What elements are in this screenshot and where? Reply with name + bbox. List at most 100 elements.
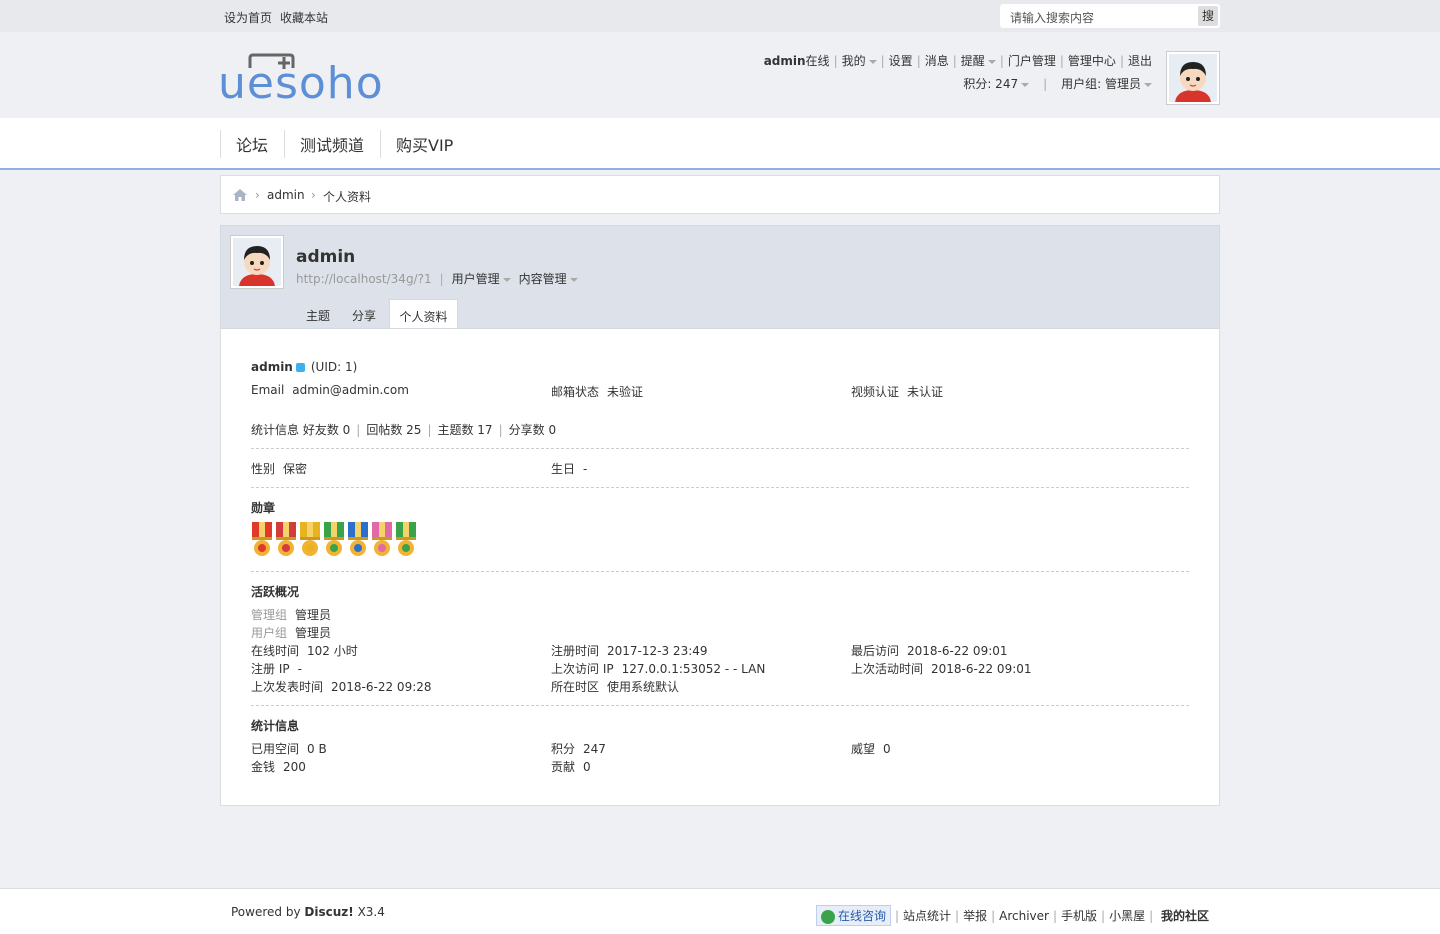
birthday-value: - bbox=[583, 462, 588, 476]
footer-archiver-link[interactable]: Archiver bbox=[999, 909, 1049, 923]
user-title-row: admin (UID: 1) bbox=[251, 360, 357, 374]
top-links: 设为首页 收藏本站 bbox=[224, 9, 336, 26]
prestige-value: 0 bbox=[883, 742, 891, 756]
profile-meta: http://localhost/34g/?1 | 用户管理 内容管理 bbox=[296, 270, 578, 287]
usergroup-link[interactable]: 用户组: 管理员 bbox=[1061, 77, 1141, 91]
site-logo[interactable]: uesoho bbox=[218, 42, 383, 112]
online-consult-button[interactable]: 在线咨询 bbox=[815, 905, 891, 926]
avatar-icon bbox=[1169, 54, 1217, 102]
divider bbox=[251, 487, 1189, 488]
last-visit-row: 最后访问 2018-6-22 09:01 bbox=[851, 642, 1008, 659]
reg-ip-label: 注册 IP bbox=[251, 662, 290, 676]
discuz-link[interactable]: Discuz! bbox=[304, 905, 353, 919]
medal-icon[interactable] bbox=[371, 522, 393, 558]
main-nav: 论坛 测试频道 购买VIP bbox=[0, 118, 1440, 170]
footer-mobile-link[interactable]: 手机版 bbox=[1061, 909, 1097, 923]
user-nav: admin在线 | 我的 | 设置 | 消息 | 提醒 | 门户管理 | 管理中心 | 退出 积分: 247… bbox=[763, 54, 1152, 91]
tab-threads[interactable]: 主题 bbox=[296, 299, 340, 330]
reg-time-row: 注册时间 2017-12-3 23:49 bbox=[551, 642, 708, 659]
last-ip-value: 127.0.0.1:53052 - - LAN bbox=[621, 662, 766, 676]
home-icon[interactable] bbox=[233, 189, 247, 201]
search-input[interactable]: 请输入搜索内容 bbox=[1010, 9, 1094, 26]
set-home-link[interactable]: 设为首页 bbox=[224, 11, 272, 25]
medal-icon[interactable] bbox=[251, 522, 273, 558]
prestige-label: 威望 bbox=[851, 742, 876, 756]
search-box[interactable]: 请输入搜索内容 搜 bbox=[1000, 4, 1220, 28]
last-active-row: 上次活动时间 2018-6-22 09:01 bbox=[851, 660, 1032, 677]
online-label: 在线时间 bbox=[251, 644, 300, 658]
contrib-label: 贡献 bbox=[551, 760, 576, 774]
nav-settings[interactable]: 设置 bbox=[889, 54, 913, 68]
space-value: 0 B bbox=[307, 742, 327, 756]
threads-count[interactable]: 主题数 17 bbox=[437, 423, 492, 437]
profile-avatar[interactable] bbox=[230, 235, 284, 289]
user-manage-menu[interactable]: 用户管理 bbox=[452, 272, 500, 286]
replies-count[interactable]: 回帖数 25 bbox=[366, 423, 421, 437]
last-visit-label: 最后访问 bbox=[851, 644, 900, 658]
chevron-down-icon bbox=[1021, 82, 1030, 87]
shares-count[interactable]: 分享数 0 bbox=[509, 423, 556, 437]
nav-admin-center[interactable]: 管理中心 bbox=[1068, 54, 1116, 68]
nav-test-channel[interactable]: 测试频道 bbox=[284, 130, 364, 158]
video-row: 视频认证 未认证 bbox=[851, 383, 943, 400]
credits-link[interactable]: 积分: 247 bbox=[963, 77, 1018, 91]
header: uesoho admin在线 | 我的 | 设置 | 消息 | 提醒 | 门户管理 | 管理中心 | 退出 … bbox=[0, 32, 1440, 118]
video-value: 未认证 bbox=[907, 385, 944, 399]
nav-logout[interactable]: 退出 bbox=[1128, 54, 1152, 68]
consult-label: 在线咨询 bbox=[837, 909, 886, 923]
friends-count[interactable]: 好友数 0 bbox=[303, 423, 350, 437]
content-manage-menu[interactable]: 内容管理 bbox=[519, 272, 567, 286]
contrib-value: 0 bbox=[583, 760, 591, 774]
birthday-row: 生日 - bbox=[551, 460, 587, 477]
online-row: 在线时间 102 小时 bbox=[251, 642, 358, 659]
user-group-row: 用户组 管理员 bbox=[251, 624, 331, 641]
nav-buy-vip[interactable]: 购买VIP bbox=[380, 130, 453, 158]
medals-title: 勋章 bbox=[251, 501, 276, 515]
nav-messages[interactable]: 消息 bbox=[925, 54, 949, 68]
last-active-label: 上次活动时间 bbox=[851, 662, 924, 676]
profile-url[interactable]: http://localhost/34g/?1 bbox=[296, 272, 432, 286]
admin-group-value[interactable]: 管理员 bbox=[295, 608, 331, 622]
chevron-down-icon bbox=[1144, 82, 1152, 87]
username-link[interactable]: admin bbox=[764, 54, 806, 68]
stats-row: 统计信息 好友数 0 | 回帖数 25 | 主题数 17 | 分享数 0 bbox=[251, 423, 557, 437]
online-status: 在线 bbox=[805, 54, 830, 68]
medal-icon[interactable] bbox=[323, 522, 345, 558]
medal-icon[interactable] bbox=[299, 522, 321, 558]
user-group-value[interactable]: 管理员 bbox=[295, 626, 331, 640]
money-value: 200 bbox=[283, 760, 306, 774]
info-uid: (UID: 1) bbox=[310, 360, 358, 374]
nav-reminders[interactable]: 提醒 bbox=[961, 54, 985, 68]
footer-community-link[interactable]: 我的社区 bbox=[1161, 909, 1209, 923]
breadcrumb-separator: › bbox=[311, 188, 316, 202]
search-button[interactable]: 搜 bbox=[1198, 6, 1218, 26]
breadcrumb-profile: 个人资料 bbox=[323, 190, 372, 204]
chat-icon bbox=[820, 909, 835, 924]
gender-label: 性别 bbox=[251, 462, 276, 476]
nav-forum[interactable]: 论坛 bbox=[220, 130, 268, 158]
logo-text: uesoho bbox=[218, 58, 384, 109]
nav-my[interactable]: 我的 bbox=[842, 54, 866, 68]
video-label: 视频认证 bbox=[851, 385, 900, 399]
tab-profile[interactable]: 个人资料 bbox=[389, 299, 458, 330]
medal-icon[interactable] bbox=[395, 522, 417, 558]
last-visit-value: 2018-6-22 09:01 bbox=[907, 644, 1008, 658]
tab-shares[interactable]: 分享 bbox=[342, 299, 386, 330]
user-avatar[interactable] bbox=[1166, 51, 1220, 105]
credits-label: 积分 bbox=[551, 742, 576, 756]
footer-stats-link[interactable]: 站点统计 bbox=[903, 909, 951, 923]
footer-darkroom-link[interactable]: 小黑屋 bbox=[1109, 909, 1145, 923]
profile-header: admin http://localhost/34g/?1 | 用户管理 内容管理 主… bbox=[220, 225, 1220, 330]
breadcrumb-admin[interactable]: admin bbox=[267, 188, 305, 202]
medal-icon[interactable] bbox=[275, 522, 297, 558]
reg-ip-row: 注册 IP - bbox=[251, 660, 302, 677]
mail-status-label: 邮箱状态 bbox=[551, 385, 600, 399]
mail-status-row: 邮箱状态 未验证 bbox=[551, 383, 643, 400]
medal-icon[interactable] bbox=[347, 522, 369, 558]
footer-report-link[interactable]: 举报 bbox=[963, 909, 987, 923]
nav-portal-admin[interactable]: 门户管理 bbox=[1008, 54, 1056, 68]
mail-status-value: 未验证 bbox=[607, 385, 644, 399]
last-post-value: 2018-6-22 09:28 bbox=[331, 680, 432, 694]
bookmark-link[interactable]: 收藏本站 bbox=[280, 11, 328, 25]
online-value: 102 小时 bbox=[307, 644, 358, 658]
